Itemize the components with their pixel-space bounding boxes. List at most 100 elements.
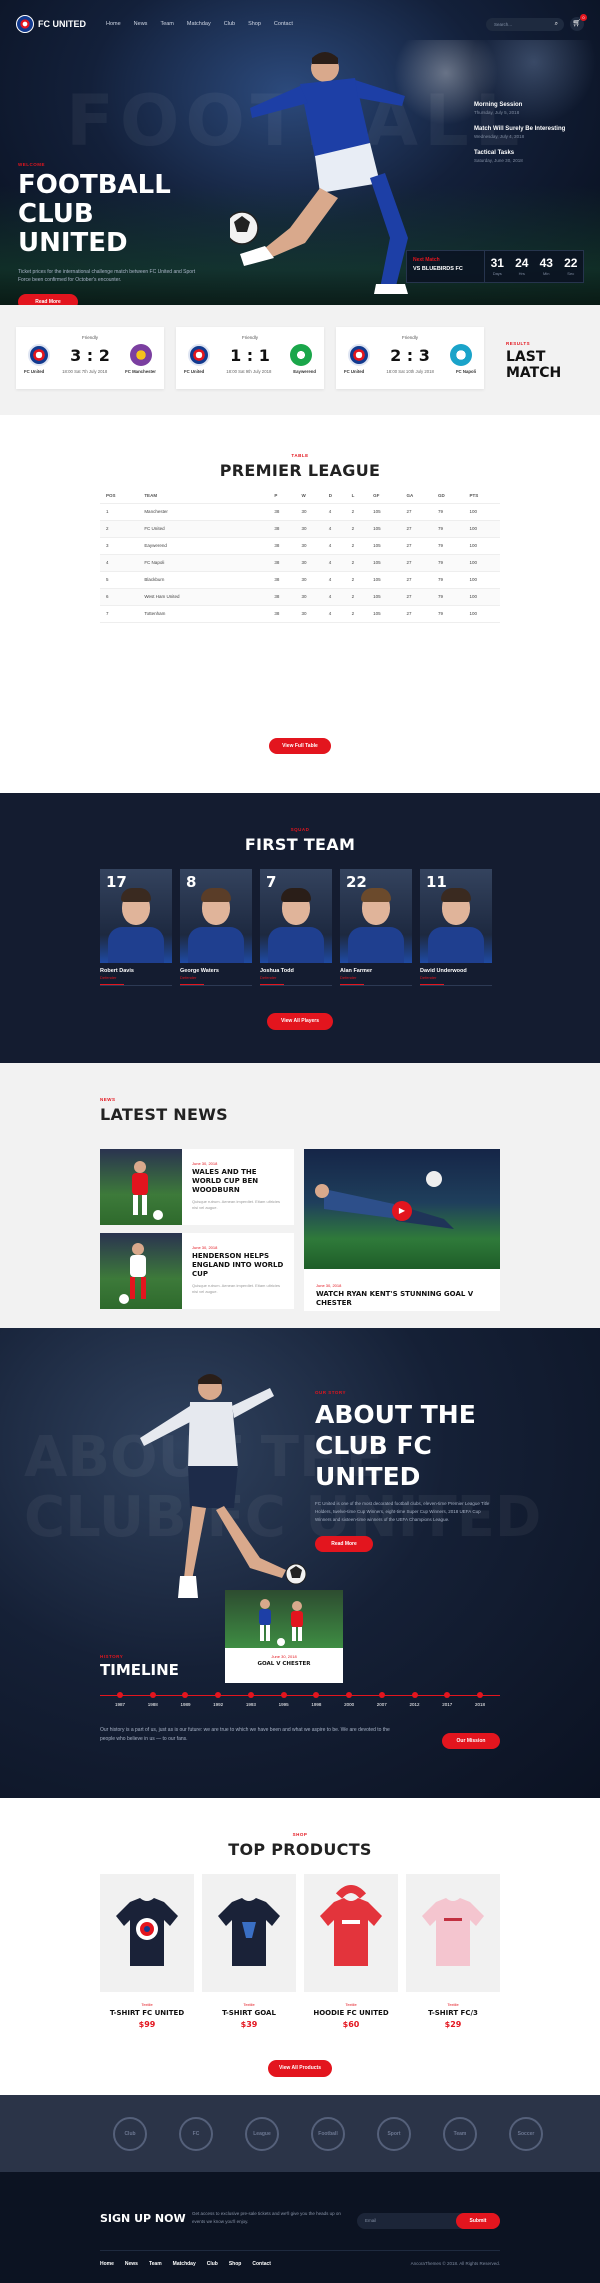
table-cell: 2 [100,520,139,538]
search-icon[interactable]: ⌕ [555,21,558,28]
timeline-year[interactable]: 2012 [405,1692,425,1707]
hero-read-more-button[interactable]: Read More [18,294,78,305]
player-underline [340,984,412,986]
away-crest-icon [290,344,312,366]
news-card[interactable]: June 30, 2018 HENDERSON HELPS ENGLAND IN… [100,1233,294,1309]
footer-menu-news[interactable]: News [125,2261,138,2267]
away-team: FC Manchester [125,369,156,374]
timeline-year[interactable]: 2018 [470,1692,490,1707]
timeline-year[interactable]: 2007 [372,1692,392,1707]
news-title[interactable]: HENDERSON HELPS ENGLAND INTO WORLD CUP [192,1252,286,1279]
player-card[interactable]: 17 Robert Davis Defender [100,869,172,986]
table-row: 7 Tottenham 38 30 4 2 105 27 79 100 [100,605,500,623]
hero-title-line2: UNITED [18,228,128,258]
footer-menu-shop[interactable]: Shop [229,2261,242,2267]
featured-news-title[interactable]: WATCH RYAN KENT'S STUNNING GOAL V CHESTE… [316,1290,488,1308]
player-name[interactable]: Robert Davis [100,968,172,974]
match-card[interactable]: Friendly 2 : 3 FC United 18:00 Sat 10th J… [336,327,484,389]
view-full-table-button[interactable]: View Full Table [269,738,331,754]
partner-logo[interactable]: Sport [377,2117,411,2151]
menu-item-club[interactable]: Club [224,21,235,27]
table-row: 5 Blackburn 38 30 4 2 105 27 79 100 [100,571,500,589]
product-name[interactable]: T-SHIRT GOAL [202,2009,296,2017]
menu-item-team[interactable]: Team [160,21,173,27]
product-card[interactable]: Textile HOODIE FC UNITED $60 [304,1874,398,2029]
partner-logo[interactable]: Football [311,2117,345,2151]
product-image [406,1874,500,1992]
partner-logo[interactable]: Club [113,2117,147,2151]
email-field[interactable]: Email Submit [357,2213,500,2229]
site-logo[interactable]: FC UNITED [16,15,86,33]
view-all-products-button[interactable]: View All Products [268,2060,332,2077]
timeline-year[interactable]: 1992 [208,1692,228,1707]
news-title[interactable]: WALES AND THE WORLD CUP BEN WOODBURN [192,1168,286,1195]
table-row: 1 Manchester 38 30 4 2 105 27 79 100 [100,503,500,521]
timeline-year[interactable]: 1989 [175,1692,195,1707]
search-input[interactable]: Search... ⌕ [486,17,564,31]
about-read-more-button[interactable]: Read More [315,1536,373,1552]
product-card[interactable]: Textile T-SHIRT GOAL $39 [202,1874,296,2029]
player-photo: 17 [100,869,172,963]
timeline-year[interactable]: 1998 [306,1692,326,1707]
partner-logo[interactable]: League [245,2117,279,2151]
timeline-dot [280,1692,287,1698]
player-name[interactable]: Joshua Todd [260,968,332,974]
product-card[interactable]: Textile T-SHIRT FC/3 $29 [406,1874,500,2029]
player-card[interactable]: 7 Joshua Todd Defender [260,869,332,986]
match-card[interactable]: Friendly 3 : 2 FC United 18:00 Sat 7th Ju… [16,327,164,389]
featured-news-card[interactable]: ▶ June 30, 2018 WATCH RYAN KENT'S STUNNI… [304,1149,500,1311]
side-news-item[interactable]: Morning Session Thursday, July 5, 2018 [474,102,584,115]
footer-menu-team[interactable]: Team [149,2261,162,2267]
player-shirt [188,927,244,963]
timeline-year[interactable]: 1995 [274,1692,294,1707]
top-products-section: Shop TOP PRODUCTS Textile T-SHIRT FC UNIT… [0,1798,600,2095]
product-name[interactable]: HOODIE FC UNITED [304,2009,398,2017]
timeline-year[interactable]: 1988 [143,1692,163,1707]
menu-item-contact[interactable]: Contact [274,21,293,27]
footer-menu-contact[interactable]: Contact [252,2261,271,2267]
footer-menu-club[interactable]: Club [207,2261,218,2267]
player-card[interactable]: 22 Alan Farmer Defender [340,869,412,986]
product-name[interactable]: T-SHIRT FC/3 [406,2009,500,2017]
player-name[interactable]: Alan Farmer [340,968,412,974]
hero-description: Ticket prices for the international chal… [18,269,196,283]
partner-logo[interactable]: FC [179,2117,213,2151]
product-card[interactable]: Textile T-SHIRT FC UNITED $99 [100,1874,194,2029]
player-name[interactable]: David Underwood [420,968,492,974]
table-cell: 27 [400,571,433,589]
partner-logo[interactable]: Soccer [509,2117,543,2151]
play-video-button[interactable]: ▶ [392,1201,412,1221]
footer-menu-home[interactable]: Home [100,2261,114,2267]
news-excerpt: Quisque rutrum. Aenean imperdiet. Etiam … [192,1199,281,1210]
our-mission-button[interactable]: Our Mission [442,1733,500,1749]
menu-item-shop[interactable]: Shop [248,21,261,27]
timeline-year[interactable]: 1987 [110,1692,130,1707]
hero-side-news: Morning Session Thursday, July 5, 2018 M… [474,102,584,174]
submit-button[interactable]: Submit [456,2213,500,2229]
footer-menu-matchday[interactable]: Matchday [173,2261,196,2267]
news-date: June 30, 2018 [192,1245,218,1250]
news-thumbnail [100,1149,182,1225]
side-news-item[interactable]: Tactical Tasks Saturday, June 30, 2018 [474,150,584,163]
timeline-year[interactable]: 2017 [437,1692,457,1707]
match-card[interactable]: Friendly 1 : 1 FC United 18:00 Sat 9th Ju… [176,327,324,389]
view-all-players-button[interactable]: View All Players [267,1013,333,1030]
news-card[interactable]: June 30, 2018 WALES AND THE WORLD CUP BE… [100,1149,294,1225]
player-name[interactable]: George Waters [180,968,252,974]
menu-item-news[interactable]: News [134,21,148,27]
timeline-card[interactable]: June 30, 2018 GOAL V CHESTER [225,1590,343,1683]
product-name[interactable]: T-SHIRT FC UNITED [100,2009,194,2017]
timeline-year[interactable]: 1993 [241,1692,261,1707]
partner-logo[interactable]: Team [443,2117,477,2151]
side-news-item[interactable]: Match Will Surely Be Interesting Wednesd… [474,126,584,139]
timeline-year[interactable]: 2000 [339,1692,359,1707]
column-header: D [322,489,346,504]
cart-count-badge: 0 [580,14,587,21]
player-card[interactable]: 11 David Underwood Defender [420,869,492,986]
footer: SIGN UP NOW Get access to exclusive pre-… [0,2172,600,2283]
news-excerpt: Quisque rutrum. Aenean imperdiet. Etiam … [192,1283,281,1294]
player-card[interactable]: 8 George Waters Defender [180,869,252,986]
cart-button[interactable]: 🛒︎ 0 [570,14,587,31]
menu-item-home[interactable]: Home [106,21,121,27]
menu-item-matchday[interactable]: Matchday [187,21,211,27]
